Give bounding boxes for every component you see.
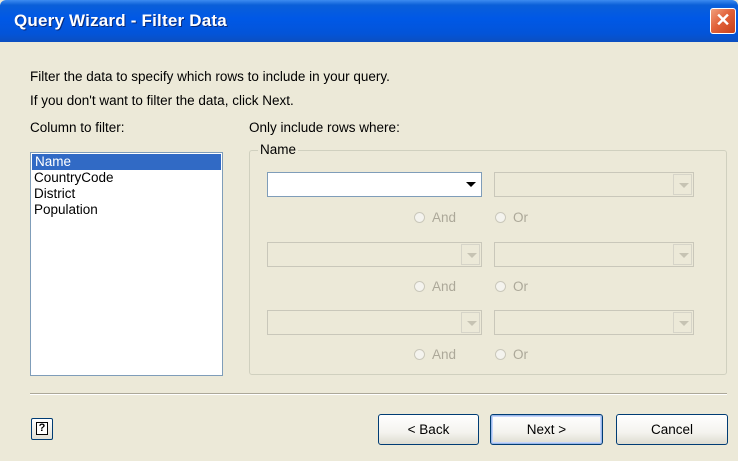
help-icon: ? xyxy=(36,422,48,435)
and-label: And xyxy=(432,347,457,362)
list-item-countrycode[interactable]: CountryCode xyxy=(31,170,222,186)
value-combo-2[interactable] xyxy=(494,242,694,267)
or-radio-3[interactable]: Or xyxy=(495,347,528,362)
list-item-district[interactable]: District xyxy=(31,186,222,202)
separator xyxy=(30,393,727,395)
list-item-name[interactable]: Name xyxy=(32,154,221,170)
and-label: And xyxy=(432,210,457,225)
help-button[interactable]: ? xyxy=(31,418,53,440)
operator-combo-2[interactable] xyxy=(267,242,482,267)
dropdown-arrow-icon[interactable] xyxy=(673,244,692,265)
operator-combo-1[interactable] xyxy=(267,172,482,197)
instruction-line-2: If you don't want to filter the data, cl… xyxy=(30,93,294,108)
title-bar[interactable]: Query Wizard - Filter Data ✕ xyxy=(0,0,738,42)
or-label: Or xyxy=(513,279,528,294)
close-button[interactable]: ✕ xyxy=(710,8,736,34)
query-wizard-dialog: Query Wizard - Filter Data ✕ Filter the … xyxy=(0,0,738,461)
value-combo-1[interactable] xyxy=(494,172,694,197)
or-label: Or xyxy=(513,210,528,225)
radio-icon xyxy=(495,212,506,223)
or-label: Or xyxy=(513,347,528,362)
and-label: And xyxy=(432,279,457,294)
or-radio-2[interactable]: Or xyxy=(495,279,528,294)
only-include-rows-label: Only include rows where: xyxy=(249,120,400,135)
back-button[interactable]: < Back xyxy=(378,414,479,445)
value-combo-3[interactable] xyxy=(494,310,694,335)
and-radio-3[interactable]: And xyxy=(414,347,456,362)
close-icon: ✕ xyxy=(715,10,731,30)
and-radio-2[interactable]: And xyxy=(414,279,456,294)
radio-icon xyxy=(414,212,425,223)
radio-icon xyxy=(414,281,425,292)
cancel-button[interactable]: Cancel xyxy=(616,414,728,445)
list-item-population[interactable]: Population xyxy=(31,202,222,218)
next-button[interactable]: Next > xyxy=(490,414,603,445)
dropdown-arrow-icon[interactable] xyxy=(461,174,480,195)
or-radio-1[interactable]: Or xyxy=(495,210,528,225)
dropdown-arrow-icon[interactable] xyxy=(461,312,480,333)
and-radio-1[interactable]: And xyxy=(414,210,456,225)
radio-icon xyxy=(414,349,425,360)
column-listbox[interactable]: Name CountryCode District Population xyxy=(30,152,223,376)
radio-icon xyxy=(495,349,506,360)
instruction-line-1: Filter the data to specify which rows to… xyxy=(30,69,390,84)
dropdown-arrow-icon[interactable] xyxy=(673,312,692,333)
dropdown-arrow-icon[interactable] xyxy=(461,244,480,265)
window-title: Query Wizard - Filter Data xyxy=(14,11,227,30)
radio-icon xyxy=(495,281,506,292)
operator-combo-3[interactable] xyxy=(267,310,482,335)
dropdown-arrow-icon[interactable] xyxy=(673,174,692,195)
criteria-group-label: Name xyxy=(258,142,299,157)
column-to-filter-label: Column to filter: xyxy=(30,120,125,135)
